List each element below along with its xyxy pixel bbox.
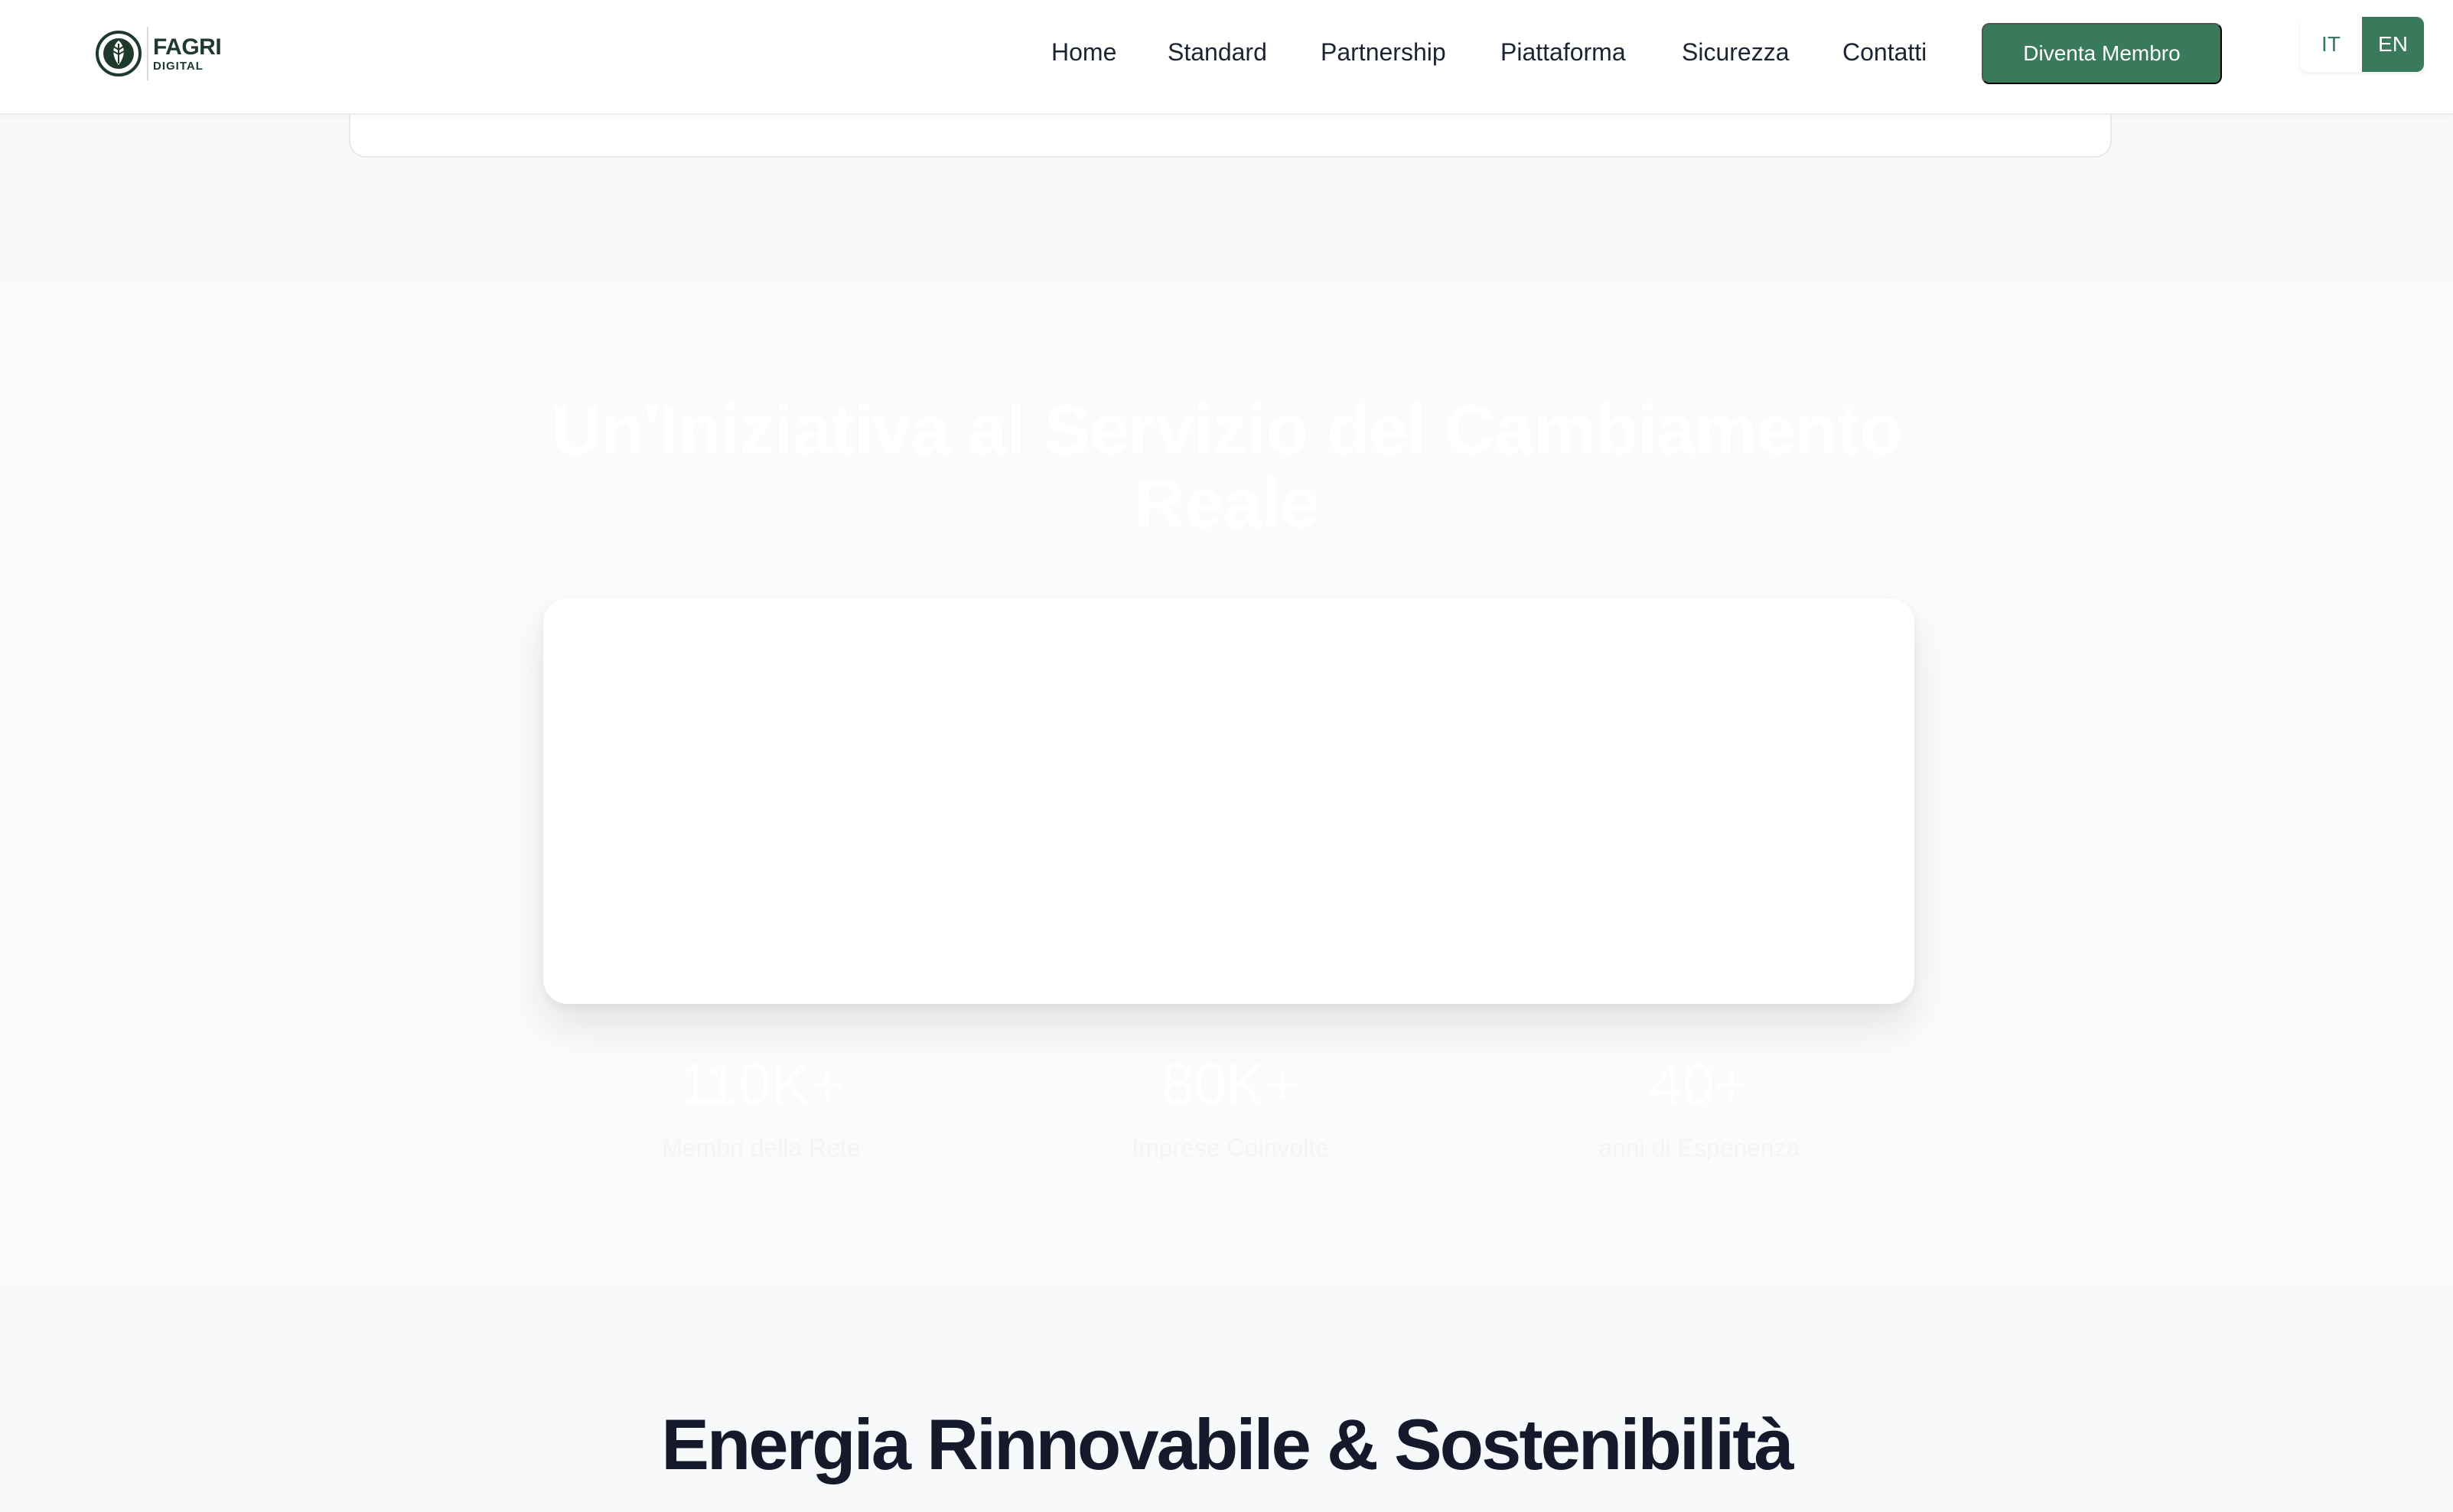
- stat-value: 40+: [1650, 1052, 1749, 1117]
- language-switcher: IT EN: [2300, 17, 2424, 72]
- stat-label: Imprese Coinvolte: [1132, 1134, 1329, 1162]
- media-card[interactable]: [543, 598, 1914, 1004]
- logo-line-1: FAGRI: [153, 34, 222, 60]
- language-option-en[interactable]: EN: [2362, 17, 2424, 72]
- site-header: FAGRI DIGITAL Home Standard Partnership …: [0, 0, 2453, 115]
- stat-value: 80K+: [1161, 1052, 1299, 1117]
- leaf-shield-icon: [96, 31, 142, 77]
- nav-item-home[interactable]: Home: [1051, 38, 1116, 67]
- nav-item-piattaforma[interactable]: Piattaforma: [1500, 38, 1626, 67]
- stat-companies: 80K+ Imprese Coinvolte: [1031, 1056, 1429, 1162]
- nav-item-sicurezza[interactable]: Sicurezza: [1682, 38, 1790, 67]
- initiative-title: Un'Iniziativa al Servizio del Cambiament…: [551, 391, 1902, 543]
- logo-divider: [147, 27, 148, 80]
- stat-experience: 40+ anni di Esperienza: [1500, 1056, 1898, 1162]
- language-option-it[interactable]: IT: [2300, 17, 2362, 72]
- nav-item-partnership[interactable]: Partnership: [1321, 38, 1446, 67]
- nav-item-standard[interactable]: Standard: [1168, 38, 1267, 67]
- become-member-button[interactable]: Diventa Membro: [1982, 23, 2222, 84]
- logo-wordmark: FAGRI DIGITAL: [153, 34, 222, 73]
- stat-value: 110K+: [678, 1052, 845, 1117]
- stat-members: 110K+ Membri della Rete: [562, 1056, 960, 1162]
- initiative-section: Un'Iniziativa al Servizio del Cambiament…: [0, 282, 2453, 1286]
- renewable-section-title: Energia Rinnovabile & Sostenibilità: [661, 1404, 1794, 1484]
- stat-label: anni di Esperienza: [1598, 1134, 1800, 1162]
- nav-item-contatti[interactable]: Contatti: [1842, 38, 1927, 67]
- site-logo[interactable]: FAGRI DIGITAL: [95, 24, 222, 83]
- stat-label: Membri della Rete: [662, 1134, 861, 1162]
- logo-line-2: DIGITAL: [153, 59, 204, 73]
